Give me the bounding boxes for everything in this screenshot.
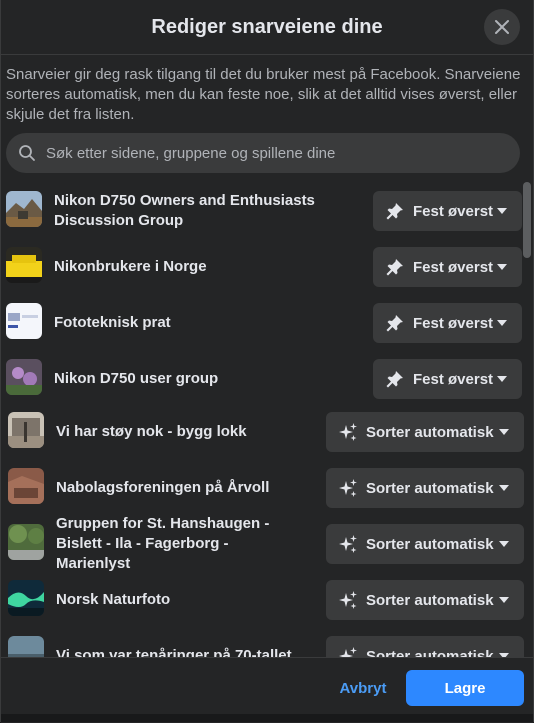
- pin-icon: [386, 315, 403, 332]
- action-label: Sorter automatisk: [366, 479, 494, 497]
- shortcut-name: Fototeknisk prat: [54, 314, 171, 331]
- list-item: Nikon D750 Owners and Enthusiasts Discus…: [1, 183, 533, 239]
- chevron-down-icon: [499, 485, 509, 491]
- pin-to-top-button[interactable]: Fest øverst: [373, 303, 522, 343]
- shortcut-name: Vi som var tenåringer på 70-tallet: [56, 647, 292, 657]
- sort-automatically-button[interactable]: Sorter automatisk: [326, 580, 524, 620]
- sparkle-icon: [339, 591, 357, 609]
- sort-automatically-button[interactable]: Sorter automatisk: [326, 636, 524, 657]
- action-label: Fest øverst: [413, 202, 494, 220]
- action-label: Sorter automatisk: [366, 647, 494, 658]
- chevron-down-icon: [499, 429, 509, 435]
- shortcut-name: Vi har støy nok - bygg lokk: [56, 423, 247, 440]
- sort-automatically-button[interactable]: Sorter automatisk: [326, 412, 524, 452]
- pin-icon: [386, 203, 403, 220]
- chevron-down-icon: [497, 376, 507, 382]
- shortcut-list: Nikon D750 Owners and Enthusiasts Discus…: [1, 180, 533, 657]
- sort-automatically-button[interactable]: Sorter automatisk: [326, 468, 524, 508]
- shortcut-name: Gruppen for St. Hanshaugen - Bislett - I…: [56, 515, 270, 572]
- group-thumbnail: [8, 580, 44, 616]
- sort-automatically-button[interactable]: Sorter automatisk: [326, 524, 524, 564]
- chevron-down-icon: [497, 320, 507, 326]
- chevron-down-icon: [499, 597, 509, 603]
- sparkle-icon: [339, 423, 357, 441]
- window-bottom-edge: [1, 714, 533, 722]
- sparkle-icon: [339, 535, 357, 553]
- list-item: Nikon D750 user group Fest øverst: [1, 351, 533, 407]
- action-label: Fest øverst: [413, 370, 494, 388]
- list-item: Vi har støy nok - bygg lokk Sorter autom…: [1, 404, 533, 460]
- chevron-down-icon: [497, 264, 507, 270]
- pin-icon: [386, 371, 403, 388]
- dialog-title: Rediger snarveiene dine: [151, 15, 383, 38]
- sparkle-icon: [339, 479, 357, 497]
- cancel-button[interactable]: Avbryt: [331, 670, 395, 706]
- group-thumbnail: [6, 191, 42, 227]
- search-icon: [19, 145, 35, 161]
- shortcut-name: Nikonbrukere i Norge: [54, 258, 207, 275]
- chevron-down-icon: [497, 208, 507, 214]
- list-item: Norsk Naturfoto Sorter automatisk: [1, 572, 533, 628]
- edit-shortcuts-dialog: Rediger snarveiene dine Snarveier gir de…: [0, 0, 534, 723]
- pin-icon: [386, 259, 403, 276]
- pin-to-top-button[interactable]: Fest øverst: [373, 359, 522, 399]
- dialog-header: Rediger snarveiene dine: [1, 0, 533, 55]
- group-thumbnail: [6, 359, 42, 395]
- dialog-description: Snarveier gir deg rask tilgang til det d…: [6, 66, 521, 123]
- chevron-down-icon: [499, 541, 509, 547]
- list-item: Vi som var tenåringer på 70-tallet Sorte…: [1, 628, 533, 657]
- search-input[interactable]: [44, 143, 488, 163]
- list-scrollbar[interactable]: [523, 182, 531, 258]
- group-thumbnail: [8, 636, 44, 657]
- list-item: Gruppen for St. Hanshaugen - Bislett - I…: [1, 515, 533, 572]
- pin-to-top-button[interactable]: Fest øverst: [373, 191, 522, 231]
- group-thumbnail: [8, 412, 44, 448]
- shortcut-name: Nikon D750 Owners and Enthusiasts Discus…: [54, 192, 315, 229]
- close-icon: [495, 20, 509, 34]
- group-thumbnail: [8, 524, 44, 560]
- shortcut-name: Norsk Naturfoto: [56, 591, 171, 608]
- search-bar[interactable]: [6, 133, 520, 173]
- list-item: Nabolagsforeningen på Årvoll Sorter auto…: [1, 460, 533, 516]
- group-thumbnail: [8, 468, 44, 504]
- action-label: Sorter automatisk: [366, 591, 494, 609]
- save-button[interactable]: Lagre: [406, 670, 524, 706]
- group-thumbnail: [6, 303, 42, 339]
- shortcut-name: Nikon D750 user group: [54, 370, 219, 387]
- list-item: Nikonbrukere i Norge Fest øverst: [1, 239, 533, 295]
- action-label: Fest øverst: [413, 258, 494, 276]
- sparkle-icon: [339, 647, 357, 657]
- action-label: Sorter automatisk: [366, 535, 494, 553]
- group-thumbnail: [6, 247, 42, 283]
- shortcut-name: Nabolagsforeningen på Årvoll: [56, 479, 270, 496]
- close-button[interactable]: [484, 9, 520, 45]
- action-label: Sorter automatisk: [366, 423, 494, 441]
- pin-to-top-button[interactable]: Fest øverst: [373, 247, 522, 287]
- action-label: Fest øverst: [413, 314, 494, 332]
- list-item: Fototeknisk prat Fest øverst: [1, 295, 533, 351]
